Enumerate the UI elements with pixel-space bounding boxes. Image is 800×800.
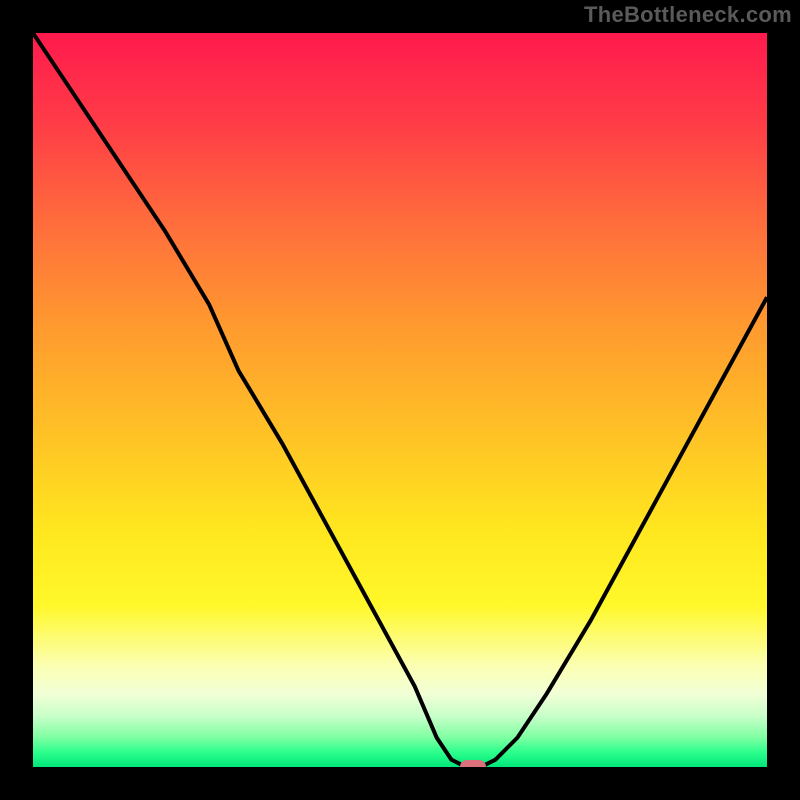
optimal-point-marker [460, 760, 486, 767]
chart-frame: TheBottleneck.com [0, 0, 800, 800]
plot-area [33, 33, 767, 767]
bottleneck-curve [33, 33, 767, 767]
watermark-text: TheBottleneck.com [584, 2, 792, 28]
curve-path [33, 33, 767, 767]
